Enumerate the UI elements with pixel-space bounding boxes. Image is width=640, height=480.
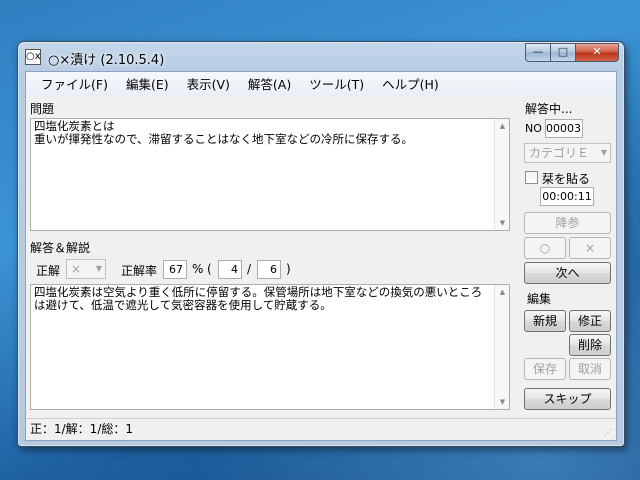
correct-label: 正解 — [36, 264, 61, 278]
menu-tools[interactable]: ツール(T) — [300, 72, 373, 98]
caption-buttons: — □ ✕ — [525, 43, 619, 62]
answer-maru-button[interactable]: ○ — [524, 237, 566, 259]
open-paren: ( — [207, 262, 212, 276]
title-bar[interactable]: ○x ○×漬け (2.10.5.4) — □ ✕ — [18, 42, 624, 72]
answer-batsu-button[interactable]: × — [569, 237, 611, 259]
edit-label: 編集 — [527, 292, 552, 306]
new-button[interactable]: 新規 — [524, 310, 566, 332]
menu-answer[interactable]: 解答(A) — [239, 72, 300, 98]
menu-file[interactable]: ファイル(F) — [32, 72, 117, 98]
delete-button[interactable]: 削除 — [569, 334, 611, 356]
question-label: 問題 — [30, 102, 55, 116]
close-paren: ) — [286, 262, 291, 276]
answer-label: 解答＆解説 — [30, 241, 91, 255]
app-window: ○x ○×漬け (2.10.5.4) — □ ✕ ファイル(F) 編集(E) 表… — [17, 41, 625, 447]
cancel-button[interactable]: 取消 — [569, 358, 611, 380]
resize-grip-icon[interactable]: ⋰ — [604, 428, 614, 438]
scroll-up-icon[interactable]: ▲ — [495, 285, 510, 299]
question-number: 00003 — [545, 119, 583, 138]
chevron-down-icon: ▼ — [95, 264, 102, 273]
menu-help[interactable]: ヘルプ(H) — [373, 72, 448, 98]
slash: / — [247, 262, 252, 276]
scroll-down-icon[interactable]: ▼ — [495, 395, 510, 409]
skip-button[interactable]: スキップ — [524, 388, 611, 410]
menu-edit[interactable]: 編集(E) — [117, 72, 178, 98]
question-text: 四塩化炭素とは 重いが揮発性なので、滞留することはなく地下室などの冷所に保存する… — [34, 119, 414, 146]
correct-answer-select[interactable]: × ▼ — [66, 259, 106, 279]
status-label: 解答中... — [525, 102, 573, 116]
minimize-button[interactable]: — — [525, 43, 551, 62]
window-title: ○×漬け (2.10.5.4) — [48, 53, 165, 68]
category-value: カテゴリＥ — [529, 146, 590, 160]
maximize-button[interactable]: □ — [551, 43, 576, 62]
close-button[interactable]: ✕ — [576, 43, 619, 62]
question-scrollbar[interactable]: ▲ ▼ — [494, 119, 509, 230]
question-textarea[interactable]: 四塩化炭素とは 重いが揮発性なので、滞留することはなく地下室などの冷所に保存する… — [30, 118, 510, 231]
correct-answer-value: × — [71, 262, 82, 276]
status-bar: 正：1/解：1/総：1 ⋰ — [26, 418, 616, 440]
surrender-button[interactable]: 降参 — [524, 212, 611, 234]
scroll-up-icon[interactable]: ▲ — [495, 119, 510, 133]
menu-view[interactable]: 表示(V) — [178, 72, 239, 98]
bookmark-label: 栞を貼る — [542, 172, 591, 186]
status-text: 正：1/解：1/総：1 — [30, 422, 133, 436]
menu-bar: ファイル(F) 編集(E) 表示(V) 解答(A) ツール(T) ヘルプ(H) — [26, 72, 616, 98]
correct-count: 4 — [218, 260, 242, 279]
answer-scrollbar[interactable]: ▲ ▼ — [494, 285, 509, 409]
chevron-down-icon: ▼ — [600, 148, 607, 157]
rate-label: 正解率 — [121, 264, 158, 278]
client-area: ファイル(F) 編集(E) 表示(V) 解答(A) ツール(T) ヘルプ(H) … — [25, 71, 617, 441]
app-icon: ○x — [25, 49, 41, 65]
bookmark-checkbox[interactable] — [525, 171, 538, 184]
timer-display: 00:00:11 — [540, 187, 594, 206]
category-select[interactable]: カテゴリＥ ▼ — [524, 143, 611, 163]
percent-sign: % — [192, 262, 204, 276]
total-count: 6 — [257, 260, 281, 279]
save-button[interactable]: 保存 — [524, 358, 566, 380]
no-label: NO — [525, 122, 542, 135]
answer-textarea[interactable]: 四塩化炭素は空気より重く低所に停留する。保管場所は地下室などの換気の悪いところは… — [30, 284, 510, 410]
answer-text: 四塩化炭素は空気より重く低所に停留する。保管場所は地下室などの換気の悪いところは… — [34, 285, 483, 312]
scroll-down-icon[interactable]: ▼ — [495, 216, 510, 230]
modify-button[interactable]: 修正 — [569, 310, 611, 332]
next-button[interactable]: 次へ — [524, 262, 611, 284]
rate-value: 67 — [163, 260, 187, 279]
